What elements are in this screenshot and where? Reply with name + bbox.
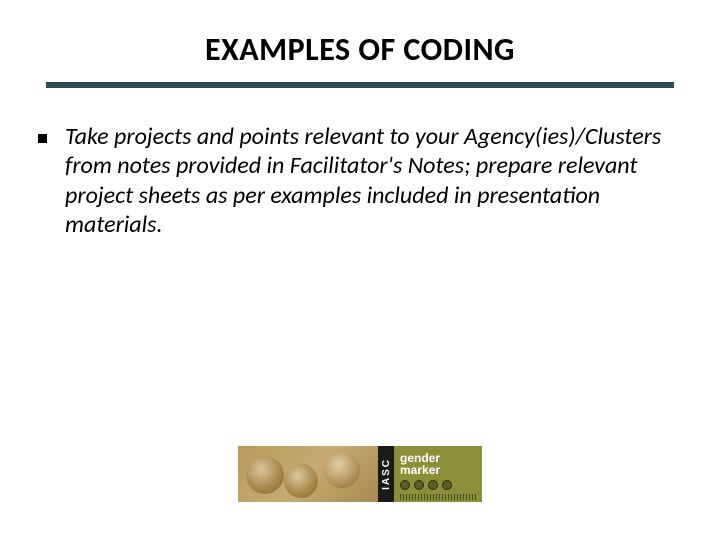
logo-photo-strip	[238, 446, 378, 502]
bullet-text: Take projects and points relevant to you…	[65, 122, 678, 239]
dot-icon	[400, 480, 410, 490]
logo-face-icon	[324, 452, 360, 488]
title-underline	[46, 82, 674, 88]
dot-icon	[414, 480, 424, 490]
footer-logo: IASC gender marker	[238, 446, 482, 502]
title-wrap: EXAMPLES OF CODING	[0, 30, 720, 69]
gender-marker-subtext	[400, 494, 476, 500]
gender-marker-badge: gender marker	[394, 446, 482, 502]
gender-marker-dots	[400, 480, 476, 490]
slide: EXAMPLES OF CODING Take projects and poi…	[0, 0, 720, 540]
bullet-item: Take projects and points relevant to you…	[38, 122, 678, 239]
dot-icon	[442, 480, 452, 490]
dot-icon	[428, 480, 438, 490]
bullet-marker	[38, 134, 47, 143]
gender-marker-label: gender marker	[400, 452, 476, 476]
body: Take projects and points relevant to you…	[38, 122, 678, 239]
iasc-label: IASC	[381, 458, 392, 490]
slide-title: EXAMPLES OF CODING	[0, 30, 720, 69]
iasc-badge: IASC	[378, 446, 394, 502]
